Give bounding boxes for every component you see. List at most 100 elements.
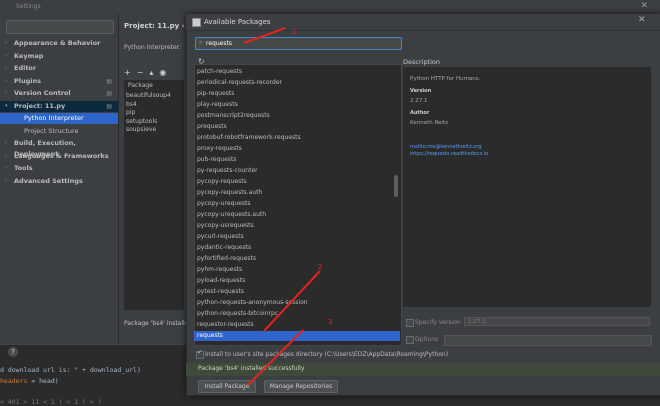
list-item[interactable]: pip-requests (197, 89, 397, 99)
chevron-icon: › (5, 40, 7, 46)
search-icon: ⌕ (199, 39, 203, 46)
list-item[interactable]: pycopy-usrequests (197, 221, 397, 231)
list-item[interactable]: requestor-requests (197, 320, 397, 330)
sidebar-item[interactable]: › Version Control ▤ (0, 88, 118, 99)
specify-version-checkbox[interactable] (406, 319, 414, 327)
list-item[interactable]: python-requests-anonymous-session (197, 298, 397, 308)
project-scope-icon: ▤ (106, 102, 112, 110)
chevron-icon: › (5, 152, 7, 159)
list-item[interactable]: pyhm-requests (197, 265, 397, 275)
list-item[interactable]: play-requests (197, 100, 397, 110)
close-icon[interactable]: ✕ (638, 15, 646, 25)
close-icon[interactable]: ✕ (640, 1, 648, 11)
remove-icon[interactable]: − (137, 68, 144, 77)
chevron-icon: ▾ (5, 102, 8, 109)
list-item[interactable]: pycurl-requests (197, 232, 397, 242)
table-row[interactable]: bs4 (126, 101, 137, 108)
list-item[interactable]: py-requests-counter (197, 166, 397, 176)
sidebar-item-label: Advanced Settings (14, 176, 83, 185)
table-row[interactable]: setuptools (126, 118, 157, 125)
settings-window-title: Settings (16, 3, 41, 10)
annotation-number: 2 (318, 263, 323, 271)
sidebar-item[interactable]: ▾ Project: 11.py ▤ (0, 100, 118, 112)
email-link[interactable]: mailto:me@kennethreitz.org (410, 144, 482, 150)
sidebar-item[interactable]: › Languages & Frameworks (0, 151, 118, 162)
package-toolbar: + − ▴ ◉ (124, 68, 184, 78)
sidebar-item-label: Plugins (14, 76, 41, 85)
sidebar-item[interactable]: › Tools (0, 163, 118, 174)
sidebar-item-label: Project: 11.py (14, 101, 66, 110)
manage-repositories-button[interactable]: Manage Repositories (264, 380, 338, 393)
sidebar-item-label: Languages & Frameworks (14, 151, 109, 160)
sidebar-item[interactable]: Project Structure (0, 126, 118, 137)
description-summary: Python HTTP for Humans. (410, 76, 481, 82)
sidebar-item-label: Tools (14, 164, 33, 172)
project-scope-icon: ▤ (106, 90, 112, 97)
options-input[interactable] (444, 335, 652, 346)
homepage-link[interactable]: https://requests.readthedocs.io (410, 151, 488, 157)
list-item[interactable]: proxy-requests (197, 144, 397, 154)
code-keyword: headers (0, 377, 28, 385)
list-item[interactable]: protobuf-robotframework-requests (197, 133, 397, 143)
chevron-icon: › (5, 140, 7, 146)
list-item[interactable]: prequests (197, 122, 397, 132)
code-line: headers = head) (0, 377, 59, 385)
list-item[interactable]: pycopy-requests.auth (197, 188, 397, 198)
list-item[interactable]: pyfortified-requests (197, 254, 397, 264)
table-row[interactable]: pip (126, 109, 135, 116)
sidebar-item[interactable]: › Advanced Settings (0, 176, 118, 187)
package-search-input[interactable] (206, 38, 386, 48)
list-item[interactable]: pyload-requests (197, 276, 397, 286)
app-icon (192, 18, 201, 27)
code-line: d download url is: " + download_url) (0, 366, 141, 374)
settings-titlebar (0, 0, 660, 15)
author-value: Kenneth Reitz (410, 120, 448, 126)
add-icon[interactable]: + (124, 68, 131, 77)
description-panel (403, 67, 651, 307)
project-scope-icon: ▤ (106, 77, 112, 85)
table-row[interactable]: beautifulsoup4 (126, 92, 171, 99)
list-item[interactable]: pydantic-requests (197, 243, 397, 253)
options-checkbox[interactable] (406, 336, 414, 344)
list-item[interactable]: patch-requests (197, 67, 397, 77)
options-label: Options (415, 336, 439, 343)
table-row[interactable]: soupsieve (126, 126, 156, 133)
sidebar-item-label: Project Structure (24, 126, 79, 135)
chevron-icon: › (5, 177, 7, 184)
chevron-icon: › (5, 165, 7, 171)
sidebar-item-label: Keymap (14, 51, 44, 60)
settings-search-input[interactable] (6, 20, 114, 34)
scrollbar-thumb[interactable] (394, 175, 398, 197)
list-item[interactable]: pycopy-urequests.auth (197, 210, 397, 220)
sidebar-item[interactable]: › Build, Execution, Deployment (0, 138, 118, 158)
interpreter-label: Python Interpreter: (124, 44, 182, 51)
sidebar-item-label: Editor (14, 64, 37, 72)
list-item[interactable]: pycopy-urequests (197, 199, 397, 209)
code-line: < 401 > 11 < 1 ( > 1 ( > ) (0, 398, 102, 406)
sidebar-item[interactable]: › Keymap (0, 51, 118, 62)
list-item[interactable]: postmanscript2requests (197, 111, 397, 121)
sidebar-item[interactable]: › Appearance & Behavior (0, 38, 118, 49)
upgrade-icon[interactable]: ▴ (149, 68, 153, 77)
version-value: 2.27.1 (410, 98, 428, 104)
sidebar-item[interactable]: › Editor (0, 63, 118, 74)
list-item[interactable]: pycopy-requests (197, 177, 397, 187)
version-select[interactable]: 2.27.1 (464, 317, 650, 326)
sidebar-item[interactable]: › Plugins ▤ (0, 76, 118, 87)
install-package-button[interactable]: Install Package (198, 380, 256, 393)
list-item[interactable]: pub-requests (197, 155, 397, 165)
eye-icon[interactable]: ◉ (159, 68, 166, 77)
chevron-icon: › (5, 77, 7, 84)
description-label: Description (403, 58, 441, 66)
annotation-number: 1 (292, 28, 297, 36)
list-item[interactable]: python-requests-bitcoinrpc (197, 309, 397, 319)
help-icon[interactable]: ? (8, 347, 18, 357)
status-message: Package 'bs4' installed successfully (198, 365, 305, 372)
sidebar-item-label: Appearance & Behavior (14, 39, 101, 47)
chevron-icon: › (5, 90, 7, 96)
install-user-checkbox[interactable] (196, 349, 204, 359)
package-column-header: Package (128, 82, 153, 89)
code-text: = head) (27, 377, 59, 385)
list-item[interactable]: periodical-requests-recorder (197, 78, 397, 88)
sidebar-item[interactable]: Python Interpreter (0, 113, 118, 124)
